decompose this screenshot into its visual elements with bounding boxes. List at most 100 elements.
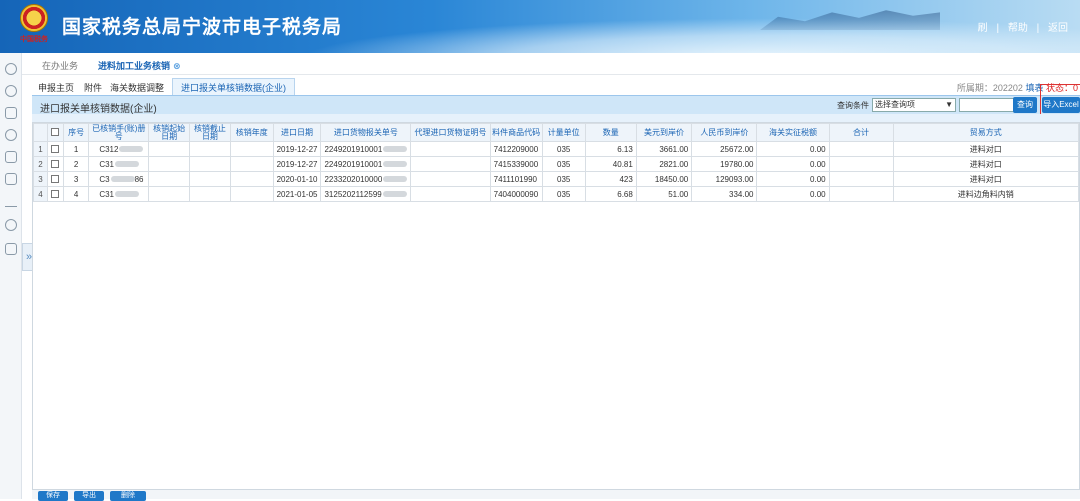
manual-number: C3	[99, 174, 110, 184]
bottom-toolbar: 保存 导出 删除	[32, 490, 1080, 501]
cell-manual: C31	[88, 156, 150, 172]
tab-label: 进料加工业务核销	[98, 61, 171, 71]
cell-code: 7411101990	[489, 171, 543, 187]
table-row[interactable]: 2 2 C31 2019-12-27 2249201910001 7415339000 03…	[33, 156, 1080, 172]
row-checkbox[interactable]	[46, 171, 64, 187]
cell-date: 2019-12-27	[272, 156, 322, 172]
sub-tabs: 申报主页 附件 海关数据调整 进口报关单核销数据(企业) 所属期：202202 …	[22, 77, 1080, 95]
table-row[interactable]: 3 3 C3 86 2020-01-10 2233202010000 7411101990 0…	[33, 171, 1080, 187]
col-header[interactable]: 核销截止日期	[189, 123, 231, 142]
row-number: 3	[33, 171, 48, 187]
settings-icon[interactable]	[5, 63, 17, 75]
cell-qty: 6.68	[584, 186, 637, 202]
cell-code: 7404000090	[489, 186, 543, 202]
export-button[interactable]: 导出	[74, 491, 104, 501]
col-header[interactable]: 进口货物报关单号	[320, 123, 412, 142]
cell-usd: 51.00	[635, 186, 693, 202]
cell-decl: 3125202112599	[320, 186, 412, 202]
col-header[interactable]: 计量单位	[541, 123, 586, 142]
search-icon[interactable]	[5, 219, 17, 231]
col-header[interactable]: 进口日期	[272, 123, 322, 142]
cell-unit: 035	[541, 141, 586, 157]
cell-total	[828, 186, 894, 202]
checkbox-icon[interactable]	[5, 107, 17, 119]
cell-total	[828, 171, 894, 187]
col-header[interactable]: 核销起始日期	[148, 123, 191, 142]
cell-trade: 进料对口	[892, 156, 1080, 172]
declaration-number: 2233202010000	[324, 174, 383, 184]
cell-date: 2019-12-27	[272, 141, 322, 157]
manual-number-tail: 86	[134, 174, 144, 184]
row-checkbox[interactable]	[46, 141, 64, 157]
back-link[interactable]: 返回	[1048, 23, 1068, 34]
cell-unit: 035	[541, 186, 586, 202]
col-header[interactable]: 合计	[828, 123, 894, 142]
col-header[interactable]: 海关实征税额	[756, 123, 830, 142]
cell-agent	[410, 156, 491, 172]
cell-cny: 129093.00	[691, 171, 758, 187]
col-header[interactable]: 美元到岸价	[635, 123, 693, 142]
cell-end	[189, 141, 231, 157]
refresh-link[interactable]: 刷	[978, 23, 988, 34]
redacted-mark	[383, 161, 408, 168]
col-header[interactable]: 人民币到岸价	[691, 123, 758, 142]
top-links: 刷 | 帮助 | 返回	[972, 19, 1068, 34]
redacted-mark	[115, 161, 140, 168]
tab-attachment[interactable]: 附件	[84, 81, 102, 94]
select-all-checkbox[interactable]	[46, 123, 64, 142]
row-checkbox[interactable]	[46, 156, 64, 172]
cell-seq: 1	[62, 141, 90, 157]
tab-declaration-home[interactable]: 申报主页	[38, 81, 74, 94]
cell-trade: 进料对口	[892, 171, 1080, 187]
cell-decl: 2233202010000	[320, 171, 412, 187]
check-circle-icon[interactable]	[5, 85, 17, 97]
redacted-mark	[110, 176, 135, 183]
printer-icon[interactable]	[5, 151, 17, 163]
col-header[interactable]: 贸易方式	[892, 123, 1080, 142]
cell-agent	[410, 141, 491, 157]
save-button[interactable]: 保存	[38, 491, 68, 501]
cell-date: 2020-01-10	[272, 171, 322, 187]
redacted-mark	[115, 191, 140, 198]
cell-unit: 035	[541, 171, 586, 187]
header-banner: 中国税务 国家税务总局宁波市电子税务局 刷 | 帮助 | 返回	[0, 0, 1080, 53]
cell-tax: 0.00	[756, 141, 830, 157]
col-header[interactable]: 代理进口货物证明号	[410, 123, 491, 142]
tab-processing-verification[interactable]: 进料加工业务核销 ⊗	[98, 59, 181, 72]
query-button[interactable]: 查询	[1013, 97, 1037, 113]
cell-seq: 2	[62, 156, 90, 172]
close-tab-icon[interactable]: ⊗	[173, 61, 181, 71]
separator: |	[996, 23, 1000, 34]
table-row[interactable]: 1 1 C312 2019-12-27 2249201910001 7412209000 0…	[33, 141, 1080, 157]
cell-year	[229, 186, 274, 202]
cell-code: 7415339000	[489, 156, 543, 172]
task-tabs: 在办业务 进料加工业务核销 ⊗	[22, 53, 1080, 75]
row-checkbox[interactable]	[46, 186, 64, 202]
delete-button[interactable]: 删除	[110, 491, 146, 501]
col-header[interactable]: 核销年度	[229, 123, 274, 142]
query-field-select[interactable]: 选择查询项 ▼	[872, 98, 956, 112]
cell-manual: C31	[88, 186, 150, 202]
col-header[interactable]: 数量	[584, 123, 637, 142]
tab-customs-adjustment[interactable]: 海关数据调整	[110, 81, 164, 94]
cell-cny: 334.00	[691, 186, 758, 202]
cell-tax: 0.00	[756, 156, 830, 172]
table-row[interactable]: 4 4 C31 2021-01-05 3125202112599 7404000090 03…	[33, 186, 1080, 202]
help-link[interactable]: 帮助	[1008, 23, 1028, 34]
header-decoration	[300, 18, 1080, 53]
message-icon[interactable]	[5, 243, 17, 255]
col-header[interactable]: 料件商品代码	[489, 123, 543, 142]
tab-import-declaration[interactable]: 进口报关单核销数据(企业)	[172, 78, 295, 95]
tab-in-progress[interactable]: 在办业务	[42, 59, 78, 72]
col-header[interactable]: 已核销手(账)册号	[88, 123, 150, 142]
col-header[interactable]: 序号	[62, 123, 90, 142]
cell-start	[148, 141, 191, 157]
cell-decl: 2249201910001	[320, 141, 412, 157]
calendar-icon[interactable]	[5, 173, 17, 185]
cell-year	[229, 171, 274, 187]
search-doc-icon[interactable]	[5, 129, 17, 141]
cell-cny: 19780.00	[691, 156, 758, 172]
chart-icon[interactable]	[5, 195, 17, 207]
left-sidebar	[0, 53, 22, 499]
cell-usd: 2821.00	[635, 156, 693, 172]
